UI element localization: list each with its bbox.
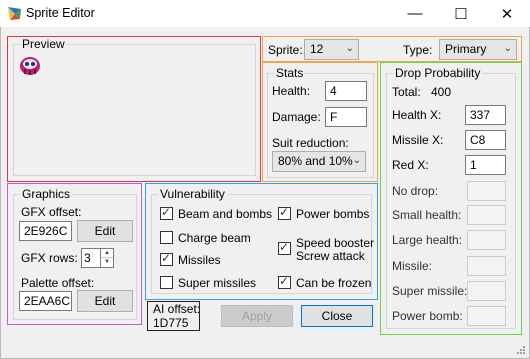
close-window-button[interactable]: ✕ xyxy=(484,0,530,27)
gfx-offset-input[interactable]: 2E926C xyxy=(19,221,72,241)
power-bomb-field xyxy=(467,306,506,326)
apply-button[interactable]: Apply xyxy=(221,305,293,327)
window-title: Sprite Editor xyxy=(26,6,95,20)
can-be-frozen-label[interactable]: Can be frozen xyxy=(296,276,371,290)
super-missile-label: Super missile: xyxy=(392,284,468,298)
minimize-button[interactable]: — xyxy=(392,0,438,27)
sprite-preview-image xyxy=(18,55,42,77)
chevron-down-icon: ⌄ xyxy=(352,155,361,166)
power-bombs-label[interactable]: Power bombs xyxy=(296,207,369,221)
charge-beam-checkbox[interactable] xyxy=(160,231,173,244)
health-input[interactable]: 4 xyxy=(325,81,367,101)
sprite-select[interactable]: 12 ⌄ xyxy=(304,39,359,60)
preview-title: Preview xyxy=(20,37,67,51)
ai-offset-value: 1D775 xyxy=(153,316,189,330)
spin-down-icon[interactable]: ▼ xyxy=(101,258,113,267)
missile-x-input[interactable]: C8 xyxy=(465,130,506,150)
beam-and-bombs-label[interactable]: Beam and bombs xyxy=(178,207,272,221)
check-icon: ✓ xyxy=(279,274,290,288)
suit-reduction-select[interactable]: 80% and 10% ⌄ xyxy=(272,151,366,172)
can-be-frozen-checkbox[interactable]: ✓ xyxy=(278,274,291,289)
speed-booster-checkbox[interactable]: ✓ xyxy=(278,240,291,255)
maximize-button[interactable]: ☐ xyxy=(438,0,484,27)
stats-title: Stats xyxy=(274,66,306,80)
missile-field xyxy=(467,256,506,276)
large-health-field xyxy=(467,230,506,250)
health-x-label: Health X: xyxy=(392,108,442,122)
super-missile-field xyxy=(467,281,506,301)
no-drop-field xyxy=(467,181,506,201)
missile-label: Missile: xyxy=(392,259,433,273)
small-health-field xyxy=(467,205,506,225)
chevron-down-icon: ⌄ xyxy=(345,43,354,54)
total-value: 400 xyxy=(431,85,452,99)
charge-beam-label[interactable]: Charge beam xyxy=(178,231,251,245)
super-missiles-checkbox[interactable] xyxy=(160,276,173,289)
check-icon: ✓ xyxy=(161,251,172,265)
super-missiles-label[interactable]: Super missiles xyxy=(178,276,256,290)
type-select[interactable]: Primary ⌄ xyxy=(439,39,517,60)
check-icon: ✓ xyxy=(161,205,172,219)
drop-probability-title: Drop Probability xyxy=(393,66,483,80)
red-x-label: Red X: xyxy=(392,158,429,172)
sprite-select-value: 12 xyxy=(310,42,324,56)
sprite-label: Sprite: xyxy=(268,43,303,57)
palette-offset-label: Palette offset: xyxy=(21,276,95,290)
gfx-rows-spinner[interactable]: ▲ ▼ xyxy=(100,248,114,268)
app-icon xyxy=(6,5,23,22)
type-select-value: Primary xyxy=(445,42,487,56)
spin-up-icon[interactable]: ▲ xyxy=(101,249,113,258)
preview-group: Preview xyxy=(13,37,256,176)
speed-booster-label[interactable]: Speed booster xyxy=(296,236,374,250)
damage-label: Damage: xyxy=(272,110,321,124)
check-icon: ✓ xyxy=(279,240,290,254)
palette-offset-input[interactable]: 2EAA6C xyxy=(19,291,72,311)
gfx-rows-input[interactable]: 3 xyxy=(81,248,101,268)
suit-reduction-value: 80% and 10% xyxy=(278,154,353,168)
resize-grip-icon[interactable] xyxy=(514,343,526,355)
gfx-offset-label: GFX offset: xyxy=(21,205,82,219)
ai-offset-label: AI offset: xyxy=(153,302,201,316)
close-button[interactable]: Close xyxy=(301,305,373,327)
missiles-checkbox[interactable]: ✓ xyxy=(160,251,173,266)
large-health-label: Large health: xyxy=(392,233,463,247)
check-icon: ✓ xyxy=(279,205,290,219)
type-label: Type: xyxy=(403,43,433,57)
no-drop-label: No drop: xyxy=(392,184,439,198)
missile-x-label: Missile X: xyxy=(392,133,444,147)
power-bomb-label: Power bomb: xyxy=(392,309,463,323)
beam-and-bombs-checkbox[interactable]: ✓ xyxy=(160,205,173,220)
graphics-title: Graphics xyxy=(20,187,73,201)
gfx-rows-label: GFX rows: xyxy=(21,251,78,265)
screw-attack-label[interactable]: Screw attack xyxy=(296,249,365,263)
missiles-label[interactable]: Missiles xyxy=(178,253,221,267)
damage-input[interactable]: F xyxy=(325,107,367,127)
edit-palette-button[interactable]: Edit xyxy=(77,290,133,312)
total-label: Total: xyxy=(392,85,421,99)
red-x-input[interactable]: 1 xyxy=(465,155,506,175)
suit-reduction-label: Suit reduction: xyxy=(272,136,349,150)
health-label: Health: xyxy=(272,84,311,98)
vulnerability-title: Vulnerability xyxy=(158,187,227,201)
health-x-input[interactable]: 337 xyxy=(465,105,506,125)
chevron-down-icon: ⌄ xyxy=(503,43,512,54)
small-health-label: Small health: xyxy=(392,208,462,222)
edit-gfx-button[interactable]: Edit xyxy=(77,220,133,242)
power-bombs-checkbox[interactable]: ✓ xyxy=(278,205,291,220)
